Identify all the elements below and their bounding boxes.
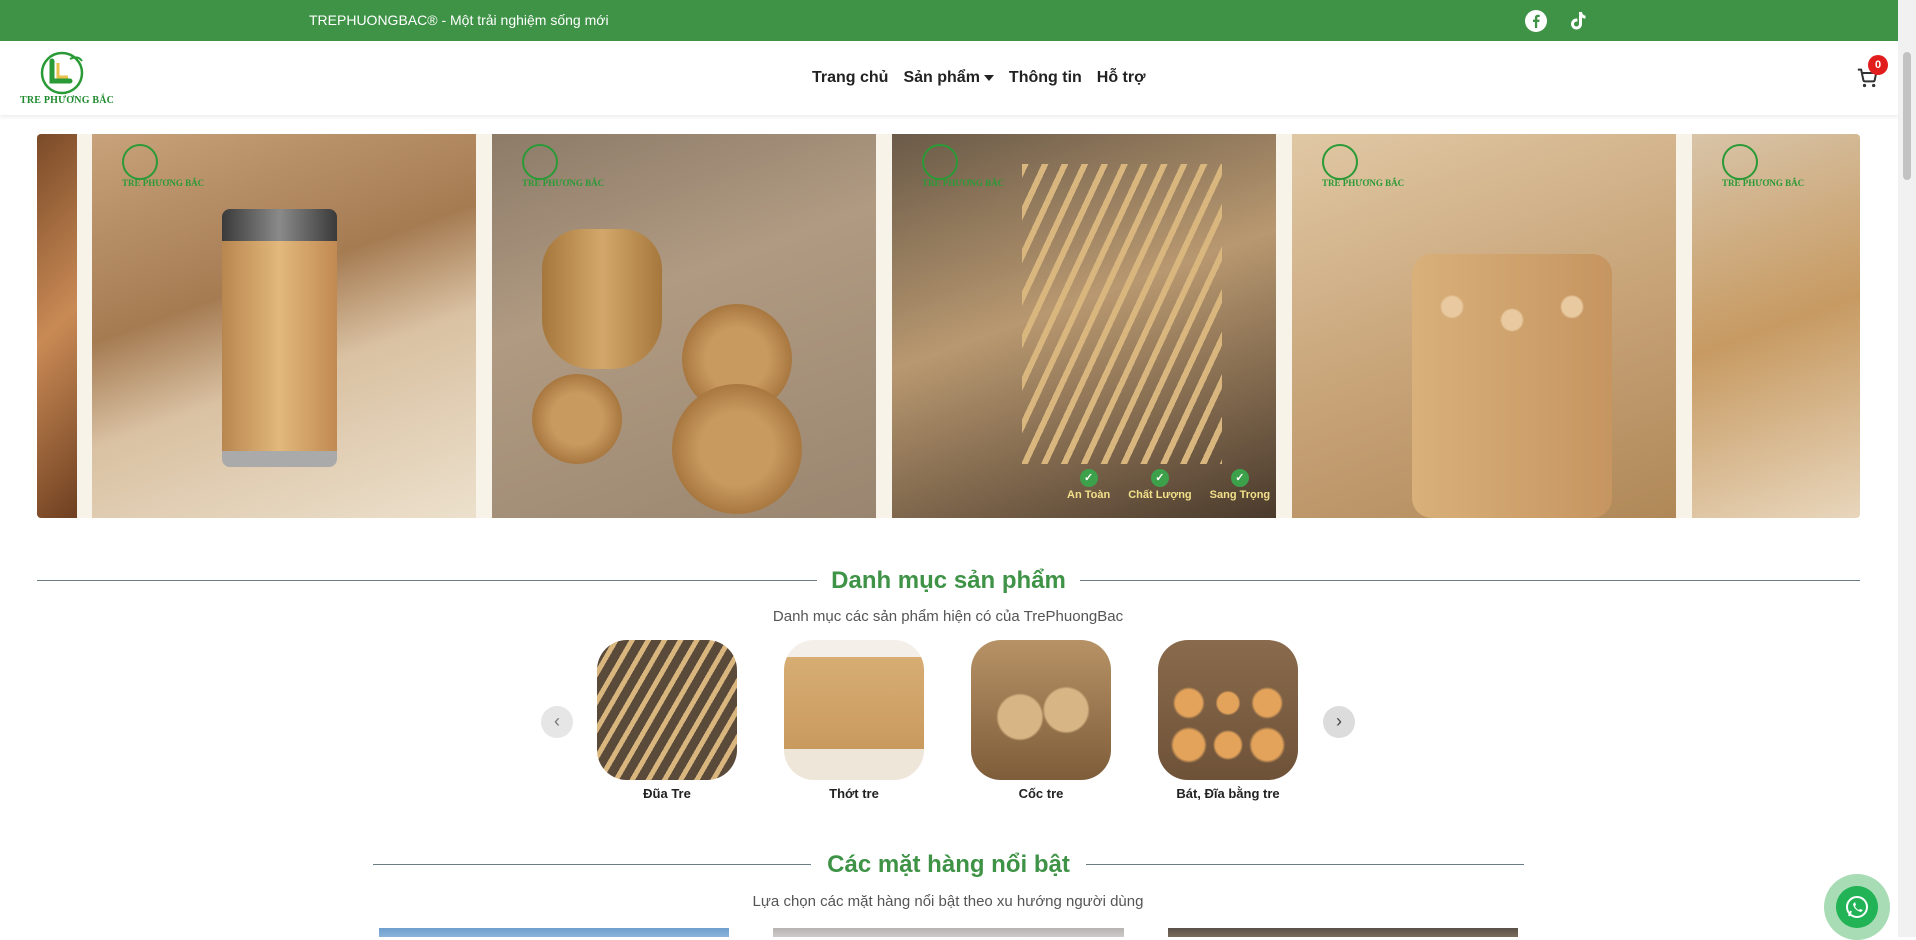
watermark-text: TRE PHƯƠNG BẮC xyxy=(522,178,605,188)
top-bar: TREPHUONGBAC® - Một trải nghiệm sống mới xyxy=(0,0,1898,41)
tagline: TREPHUONGBAC® - Một trải nghiệm sống mới xyxy=(309,12,609,28)
banner-slide-straws: TRE PHƯƠNG BẮC xyxy=(1292,134,1676,518)
category-image xyxy=(784,640,924,780)
category-chopsticks[interactable]: Đũa Tre xyxy=(597,640,737,801)
check-icon: ✓ xyxy=(1150,469,1169,487)
tiktok-icon[interactable] xyxy=(1565,9,1589,33)
chopsticks-image xyxy=(1022,164,1222,464)
divider-right xyxy=(1086,864,1524,865)
category-image xyxy=(597,640,737,780)
badge-safe: An Toàn xyxy=(1067,489,1111,501)
divider-right xyxy=(1080,580,1860,581)
watermark-text: TRE PHƯƠNG BẮC xyxy=(122,178,205,188)
watermark-logo xyxy=(922,144,958,180)
whatsapp-icon[interactable] xyxy=(1836,886,1878,928)
watermark-logo xyxy=(1722,144,1758,180)
nav-products[interactable]: Sản phẩm xyxy=(903,69,994,87)
product-card[interactable] xyxy=(773,928,1124,937)
categories-subtitle: Danh mục các sản phẩm hiện có của TrePhu… xyxy=(772,608,1124,625)
nav-home[interactable]: Trang chủ xyxy=(812,69,888,87)
category-label: Thớt tre xyxy=(829,786,879,801)
category-label: Cốc tre xyxy=(1018,786,1064,801)
facebook-icon[interactable] xyxy=(1524,9,1548,33)
category-label: Đũa Tre xyxy=(643,786,691,801)
nav-products-label: Sản phẩm xyxy=(903,69,980,86)
categories-next-button[interactable]: › xyxy=(1323,706,1355,738)
product-card[interactable] xyxy=(1168,928,1518,937)
watermark-logo xyxy=(122,144,158,180)
watermark-text: TRE PHƯƠNG BẮC xyxy=(922,178,1005,188)
badge-luxury: Sang Trọng xyxy=(1209,489,1271,501)
main-nav: Trang chủ Sản phẩm Thông tin Hỗ trợ xyxy=(812,69,1160,87)
divider-left xyxy=(373,864,811,865)
caret-down-icon xyxy=(983,75,994,81)
banner-slide xyxy=(37,134,77,518)
divider-left xyxy=(37,580,817,581)
brand-logo-text: TRE PHƯƠNG BẮC xyxy=(20,95,115,106)
category-label: Bát, Đĩa bằng tre xyxy=(1176,786,1280,801)
categories-prev-button[interactable]: ‹ xyxy=(541,706,573,738)
category-image xyxy=(971,640,1111,780)
banner-slide-bowls: TRE PHƯƠNG BẮC xyxy=(1692,134,1860,518)
product-card[interactable] xyxy=(379,928,729,937)
featured-title: Các mặt hàng nổi bật xyxy=(827,851,1070,878)
quality-badges: ✓ An Toàn ✓ Chất Lượng ✓ Sang Trọng xyxy=(1067,469,1270,501)
categories-title: Danh mục sản phẩm xyxy=(831,567,1066,594)
watermark-text: TRE PHƯƠNG BẮC xyxy=(1722,178,1805,188)
check-icon: ✓ xyxy=(1230,469,1249,487)
category-cutting-board[interactable]: Thớt tre xyxy=(784,640,924,801)
banner-slide-chopsticks: TRE PHƯƠNG BẮC ✓ An Toàn ✓ Chất Lượng ✓ San… xyxy=(892,134,1276,518)
featured-subtitle: Lựa chọn các mặt hàng nổi bật theo xu hư… xyxy=(752,893,1144,910)
banner-slide-tumbler: TRE PHƯƠNG BẮC xyxy=(92,134,476,518)
bamboo-cup-image xyxy=(542,229,662,369)
watermark-text: TRE PHƯƠNG BẮC xyxy=(1322,178,1405,188)
coaster-image xyxy=(532,374,622,464)
check-icon: ✓ xyxy=(1079,469,1098,487)
badge-quality: Chất Lượng xyxy=(1128,489,1192,501)
category-image xyxy=(1158,640,1298,780)
nav-info[interactable]: Thông tin xyxy=(1009,69,1082,87)
straws-image xyxy=(1412,254,1612,518)
banner-carousel[interactable]: TRE PHƯƠNG BẮC TRE PHƯƠNG BẮC TRE PHƯƠNG… xyxy=(37,134,1860,518)
coaster-image xyxy=(672,384,802,514)
category-bowls-plates[interactable]: Bát, Đĩa bằng tre xyxy=(1158,640,1298,801)
category-cups[interactable]: Cốc tre xyxy=(971,640,1111,801)
scrollbar-thumb[interactable] xyxy=(1903,52,1911,180)
cart-count-badge: 0 xyxy=(1868,55,1888,75)
nav-support[interactable]: Hỗ trợ xyxy=(1097,69,1146,87)
banner-slide-cups: TRE PHƯƠNG BẮC xyxy=(492,134,876,518)
watermark-logo xyxy=(522,144,558,180)
tumbler-image xyxy=(222,209,337,467)
watermark-logo xyxy=(1322,144,1358,180)
site-header: TRE PHƯƠNG BẮC Trang chủ Sản phẩm Thông … xyxy=(0,41,1898,115)
